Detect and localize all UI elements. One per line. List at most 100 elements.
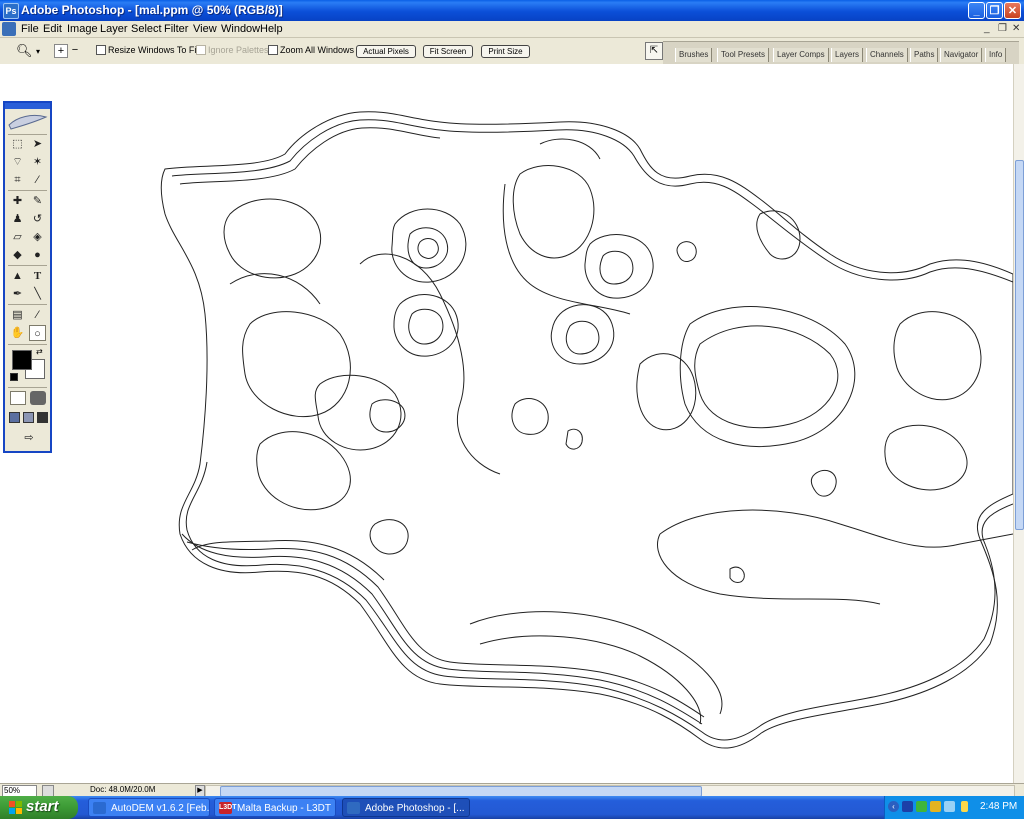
actual-pixels-button[interactable]: Actual Pixels [356,45,416,58]
checkbox-label: Zoom All Windows [280,45,355,55]
taskbar-item-l3dt[interactable]: L3DT Malta Backup - L3DT [214,798,336,817]
foreground-color-swatch[interactable] [12,350,32,370]
menu-layer[interactable]: Layer [100,23,128,35]
menu-window[interactable]: Window [221,23,260,35]
zoom-in-icon[interactable]: + [54,44,68,58]
type-tool-icon[interactable]: T [29,268,46,284]
path-selection-tool-icon[interactable]: ▲ [9,268,26,284]
start-button[interactable]: start [0,796,78,819]
tray-security-icon[interactable] [916,801,927,812]
tab-brushes[interactable]: Brushes [675,48,713,62]
autodem-icon [93,802,106,814]
eyedropper-tool-icon[interactable]: ⁄ [29,307,46,323]
checkbox-box[interactable] [96,45,106,55]
document-size-info: Doc: 48.0M/20.0M [90,785,156,794]
healing-brush-tool-icon[interactable]: ✚ [9,193,26,209]
title-bar[interactable]: Ps Adobe Photoshop - [mal.ppm @ 50% (RGB… [0,0,1024,21]
vertical-scrollbar[interactable] [1013,64,1024,783]
maximize-button[interactable]: ❐ [986,2,1003,19]
tray-messenger-icon[interactable] [930,801,941,812]
history-brush-tool-icon[interactable]: ↺ [29,211,46,227]
tray-info-icon[interactable] [961,801,968,812]
toolbox-separator [8,304,47,305]
vertical-scroll-thumb[interactable] [1015,160,1024,530]
crop-tool-icon[interactable]: ⌗ [9,172,26,188]
screen-mode-full-menu-icon[interactable] [23,412,34,423]
checkbox-label: Ignore Palettes [208,45,269,55]
document-icon[interactable] [2,22,16,36]
line-tool-icon[interactable]: ╲ [29,286,46,302]
eraser-tool-icon[interactable]: ▱ [9,229,26,245]
dodge-tool-icon[interactable]: ● [29,247,46,263]
magic-wand-tool-icon[interactable]: ✶ [29,154,46,170]
task-label: AutoDEM v1.6.2 [Feb... [111,803,210,814]
close-button[interactable]: ✕ [1004,2,1021,19]
tab-info[interactable]: Info [985,48,1007,62]
resize-windows-checkbox[interactable]: Resize Windows To Fit [96,45,199,55]
menu-edit[interactable]: Edit [43,23,62,35]
photoshop-app-icon[interactable]: Ps [3,3,19,19]
tab-paths[interactable]: Paths [910,48,939,62]
task-label: Adobe Photoshop - [... [365,803,465,814]
photoshop-feather-icon[interactable] [7,111,48,131]
doc-restore-button[interactable]: ❐ [998,23,1007,34]
doc-minimize-button[interactable]: _ [984,23,990,34]
menu-help[interactable]: Help [260,23,283,35]
tab-tool-presets[interactable]: Tool Presets [717,48,770,62]
l3dt-icon: L3DT [219,802,237,814]
file-browser-icon[interactable]: ⇱ [645,42,663,60]
clone-stamp-tool-icon[interactable]: ♟ [9,211,26,227]
screen-mode-full-icon[interactable] [37,412,48,423]
toolbox-separator [8,190,47,191]
slice-tool-icon[interactable]: ⁄ [29,172,46,188]
menu-bar: File Edit Image Layer Select Filter View… [0,21,1024,38]
taskbar-clock[interactable]: 2:48 PM [980,801,1017,812]
document-canvas[interactable] [0,64,1014,783]
lasso-tool-icon[interactable]: ⌔ [9,154,26,170]
jump-to-imageready-icon[interactable]: ⇨ [17,430,41,446]
menu-filter[interactable]: Filter [164,23,188,35]
swap-colors-icon[interactable]: ⇄ [36,347,43,356]
paint-bucket-tool-icon[interactable]: ◈ [29,229,46,245]
window-title: Adobe Photoshop - [mal.ppm @ 50% (RGB/8)… [21,3,283,17]
checkbox-label: Resize Windows To Fit [108,45,199,55]
taskbar-item-autodem[interactable]: AutoDEM v1.6.2 [Feb... [88,798,210,817]
hand-tool-icon[interactable]: ✋ [9,325,26,341]
tray-volume-icon[interactable] [944,801,955,812]
toolbox-title-bar[interactable] [5,103,50,109]
zoom-all-windows-checkbox[interactable]: Zoom All Windows [268,45,354,55]
notes-tool-icon[interactable]: ▤ [9,307,26,323]
menu-file[interactable]: File [21,23,39,35]
start-label: start [26,798,59,815]
zoom-tool-icon[interactable]: ○ [29,325,46,341]
tab-navigator[interactable]: Navigator [940,48,983,62]
fit-screen-button[interactable]: Fit Screen [423,45,473,58]
menu-view[interactable]: View [193,23,217,35]
menu-select[interactable]: Select [131,23,162,35]
marquee-tool-icon[interactable]: ⬚ [9,136,26,152]
standard-mode-icon[interactable] [10,391,26,405]
tab-layer-comps[interactable]: Layer Comps [773,48,829,62]
doc-close-button[interactable]: ✕ [1012,23,1020,34]
taskbar-item-photoshop[interactable]: Adobe Photoshop - [... [342,798,470,817]
zoom-tool-icon[interactable]: 🔍︎ [16,43,33,59]
palette-well: Brushes Tool Presets Layer Comps Layers … [663,41,1019,64]
print-size-button[interactable]: Print Size [481,45,530,58]
pen-tool-icon[interactable]: ✒ [9,286,26,302]
menu-image[interactable]: Image [67,23,98,35]
tool-preset-dropdown-icon[interactable]: ▾ [36,47,40,56]
tab-layers[interactable]: Layers [831,48,864,62]
move-tool-icon[interactable]: ➤ [29,136,46,152]
zoom-out-icon[interactable]: − [69,44,81,56]
checkbox-box[interactable] [268,45,278,55]
blur-tool-icon[interactable]: ◆ [9,247,26,263]
minimize-button[interactable]: _ [968,2,985,19]
quick-mask-mode-icon[interactable] [30,391,46,405]
brush-tool-icon[interactable]: ✎ [29,193,46,209]
tray-network-icon[interactable] [902,801,913,812]
default-colors-icon[interactable] [10,373,18,381]
tray-arrow-icon[interactable]: ‹ [888,801,899,812]
ignore-palettes-checkbox: Ignore Palettes [196,45,269,55]
tab-channels[interactable]: Channels [866,48,908,62]
screen-mode-standard-icon[interactable] [9,412,20,423]
